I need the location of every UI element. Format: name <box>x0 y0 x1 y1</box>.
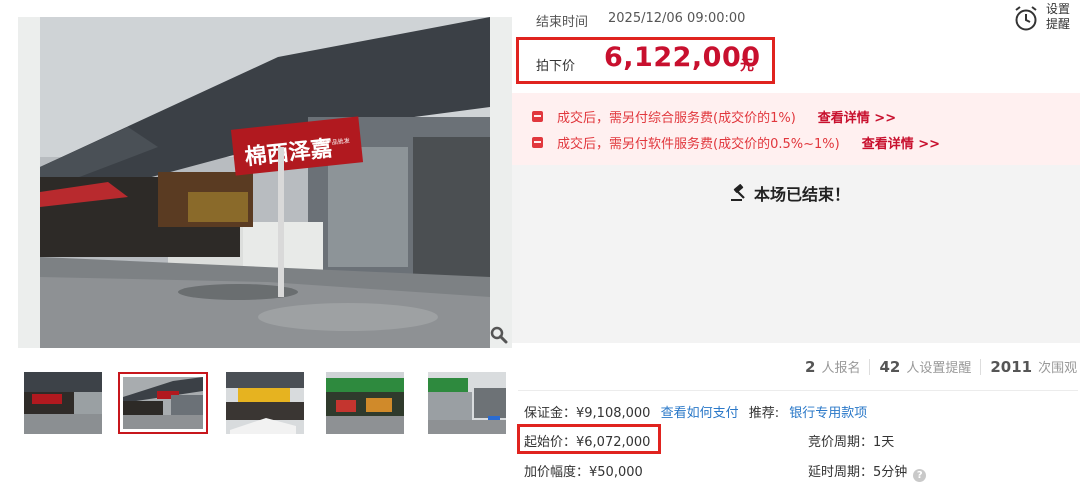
deposit-value: 保证金：¥9,108,000 <box>524 406 651 421</box>
reminder-label-line2: 提醒 <box>1046 17 1071 31</box>
stats-divider <box>869 358 871 375</box>
sold-price-unit: 元 <box>740 58 754 74</box>
market-street-photo: 棉西泽嘉 五金产品批发 <box>18 17 512 348</box>
auction-stats: 2 人报名 42 人设置提醒 2011 次围观 <box>805 357 1077 376</box>
recommend-label: 推荐: <box>748 406 780 421</box>
view-details-link[interactable]: 查看详情 >> <box>862 133 940 152</box>
thumbnail-image <box>24 372 102 434</box>
fee-notice-panel <box>512 93 1080 165</box>
reminders-label: 人设置提醒 <box>906 361 972 376</box>
main-photo[interactable]: 棉西泽嘉 五金产品批发 <box>18 17 512 348</box>
auction-ended-text: 本场已结束！ <box>754 185 851 204</box>
thumbnail-1[interactable] <box>24 372 102 434</box>
sold-price-value: 6,122,000 <box>604 42 761 73</box>
auction-ended-message: 本场已结束！ <box>730 181 850 205</box>
end-time-value: 2025/12/06 09:00:00 <box>608 11 746 26</box>
delay-cycle-value: 延时周期：5分钟 <box>808 465 908 480</box>
thumbnail-image <box>226 372 304 434</box>
fee-notice-text: 成交后，需另付软件服务费(成交价的0.5%~1%) <box>557 137 840 152</box>
thumbnail-image <box>428 372 506 434</box>
bank-payment-link[interactable]: 银行专用款项 <box>789 406 867 421</box>
deposit-row: 保证金：¥9,108,000 查看如何支付 推荐: 银行专用款项 <box>524 402 867 421</box>
views-count: 2011 <box>990 358 1033 376</box>
bid-cycle-value: 竞价周期：1天 <box>808 435 895 450</box>
fee-notice-row: 成交后，需另付软件服务费(成交价的0.5%~1%) 查看详情 >> <box>532 133 940 152</box>
end-time-label: 结束时间 <box>536 15 589 30</box>
section-divider <box>518 390 1078 391</box>
gift-icon <box>532 111 543 122</box>
reminder-label: 设置 提醒 <box>1046 2 1076 32</box>
sold-price-label: 拍下价 <box>536 59 576 74</box>
fee-notice-row: 成交后，需另付综合服务费(成交价的1%) 查看详情 >> <box>532 107 896 126</box>
thumbnail-image <box>326 372 404 434</box>
thumbnail-3[interactable] <box>226 372 304 434</box>
stats-divider <box>980 358 982 375</box>
zoom-button[interactable] <box>486 322 512 348</box>
views-label: 次围观 <box>1038 361 1078 376</box>
thumbnail-4[interactable] <box>326 372 404 434</box>
thumbnail-image <box>123 377 203 429</box>
reminders-count: 42 <box>879 358 901 376</box>
gift-icon <box>532 137 543 148</box>
fee-notice-text: 成交后，需另付综合服务费(成交价的1%) <box>557 111 796 126</box>
question-icon[interactable]: ? <box>913 469 927 482</box>
reminder-label-line1: 设置 <box>1046 2 1071 16</box>
thumbnail-5[interactable] <box>428 372 506 434</box>
how-to-pay-link[interactable]: 查看如何支付 <box>661 406 739 421</box>
view-details-link[interactable]: 查看详情 >> <box>818 107 896 126</box>
alarm-clock-icon <box>1015 6 1037 31</box>
delay-cycle-row: 延时周期：5分钟? <box>808 461 927 482</box>
thumbnail-2-selected[interactable] <box>118 372 208 434</box>
start-price-value: 起始价：¥6,072,000 <box>524 435 651 450</box>
gavel-icon <box>731 184 745 201</box>
magnifier-icon <box>490 326 508 344</box>
signups-label: 人报名 <box>821 361 861 376</box>
signups-count: 2 <box>805 358 816 376</box>
increment-value: 加价幅度：¥50,000 <box>524 465 643 480</box>
